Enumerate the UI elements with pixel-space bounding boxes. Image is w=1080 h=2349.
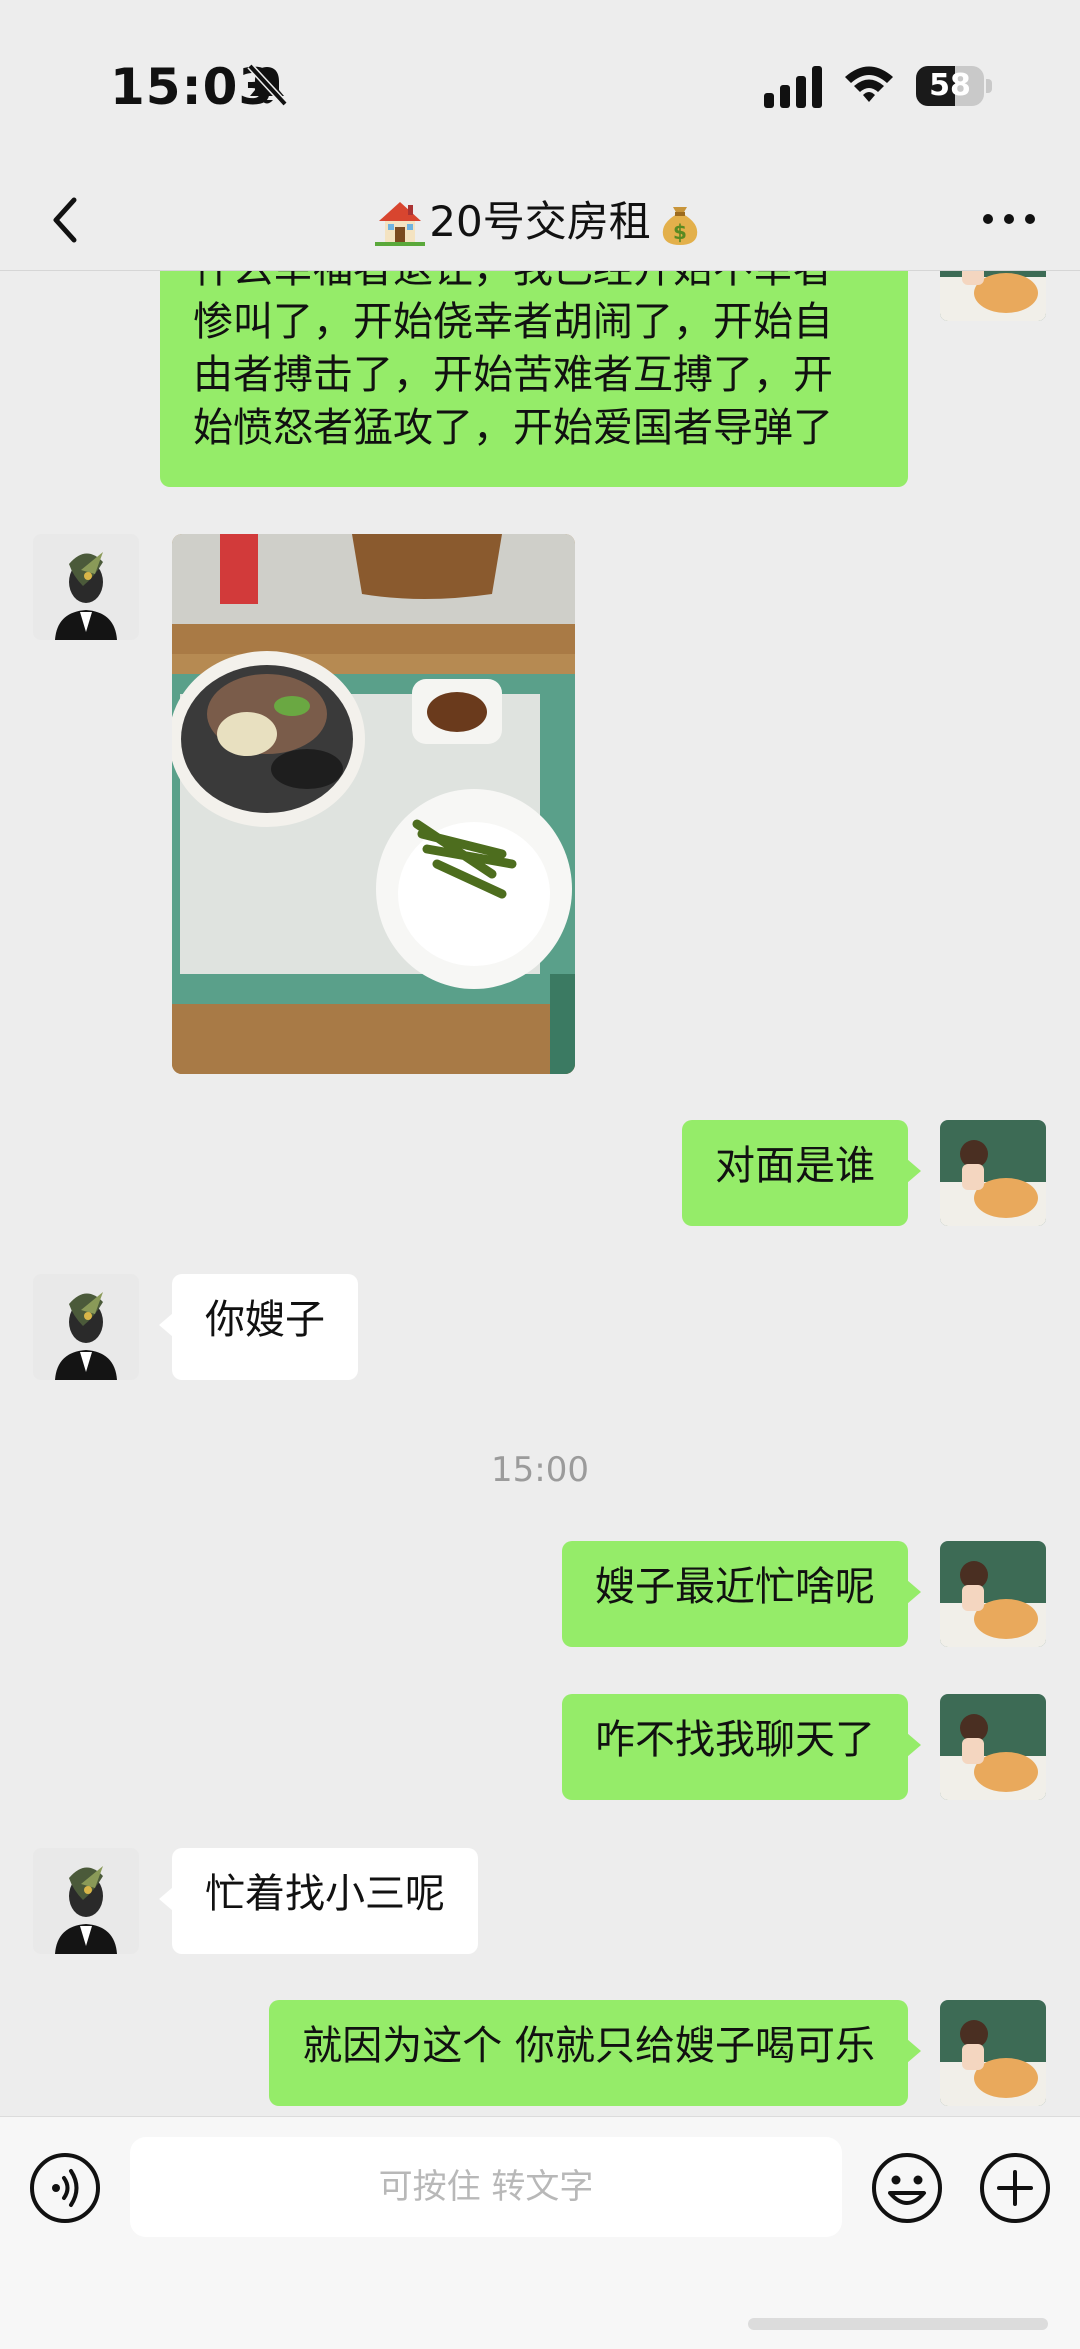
home-indicator	[748, 2318, 1048, 2330]
battery-level-text: 58	[929, 68, 971, 103]
money-bag-emoji-icon: $	[662, 206, 697, 245]
avatar-me[interactable]	[940, 1694, 1046, 1800]
emoji-icon[interactable]	[870, 2151, 944, 2225]
avatar-me[interactable]	[940, 2000, 1046, 2106]
avatar-me[interactable]	[940, 1120, 1046, 1226]
add-icon[interactable]	[978, 2151, 1052, 2225]
input-bar: 可按住 转文字	[0, 2116, 1080, 2349]
avatar-other[interactable]	[33, 1848, 139, 1954]
bubble-tail	[907, 1580, 921, 1604]
message-line: 由者搏击了，开始苦难者互搏了，开	[193, 352, 833, 398]
message-bubble-me[interactable]: 什么幸福者退让，我已经开始不幸者 惨叫了，开始侥幸者胡闹了，开始自 由者搏击了，…	[160, 271, 908, 487]
avatar-me[interactable]	[940, 271, 1046, 321]
house-emoji-icon	[375, 201, 426, 246]
bubble-tail	[907, 1733, 921, 1757]
avatar-other[interactable]	[33, 1274, 139, 1380]
message-line: 惨叫了，开始侥幸者胡闹了，开始自	[193, 299, 833, 345]
more-icon[interactable]	[974, 194, 1044, 244]
status-bar: 15:03 58	[0, 0, 1080, 170]
message-bubble-me[interactable]: 对面是谁	[682, 1120, 908, 1226]
message-bubble-me[interactable]: 嫂子最近忙啥呢	[562, 1541, 908, 1647]
avatar-other[interactable]	[33, 534, 139, 640]
wifi-icon	[845, 66, 893, 102]
bubble-tail	[907, 1159, 921, 1183]
message-line: 什么幸福者退让，我已经开始不幸者	[193, 271, 875, 296]
bubble-tail	[159, 1887, 173, 1911]
battery-icon: 58	[916, 66, 992, 106]
battery-tip	[986, 79, 992, 93]
food-photo[interactable]	[172, 534, 575, 1074]
chat-title-text: 20号交房租	[429, 196, 651, 246]
message-timestamp: 15:00	[491, 1450, 589, 1490]
message-bubble-me[interactable]: 咋不找我聊天了	[562, 1694, 908, 1800]
chat-messages[interactable]: 什么幸福者退让，我已经开始不幸者 惨叫了，开始侥幸者胡闹了，开始自 由者搏击了，…	[0, 271, 1080, 2115]
battery-body: 58	[916, 66, 984, 106]
message-line: 始愤怒者猛攻了，开始爱国者导弹了	[193, 405, 833, 451]
svg-text:$: $	[673, 220, 687, 244]
chat-header: 20号交房租 $	[0, 170, 1080, 271]
bubble-tail	[159, 1313, 173, 1337]
signal-icon	[764, 66, 822, 108]
voice-icon[interactable]	[28, 2151, 102, 2225]
avatar-me[interactable]	[940, 1541, 1046, 1647]
bell-muted-icon	[247, 63, 288, 107]
message-input[interactable]: 可按住 转文字	[130, 2137, 842, 2237]
chat-title: 20号交房租 $	[0, 184, 1080, 257]
message-bubble-other[interactable]: 你嫂子	[172, 1274, 358, 1380]
bubble-tail	[907, 2039, 921, 2063]
message-bubble-me[interactable]: 就因为这个 你就只给嫂子喝可乐	[269, 2000, 908, 2106]
message-bubble-other[interactable]: 忙着找小三呢	[172, 1848, 478, 1954]
